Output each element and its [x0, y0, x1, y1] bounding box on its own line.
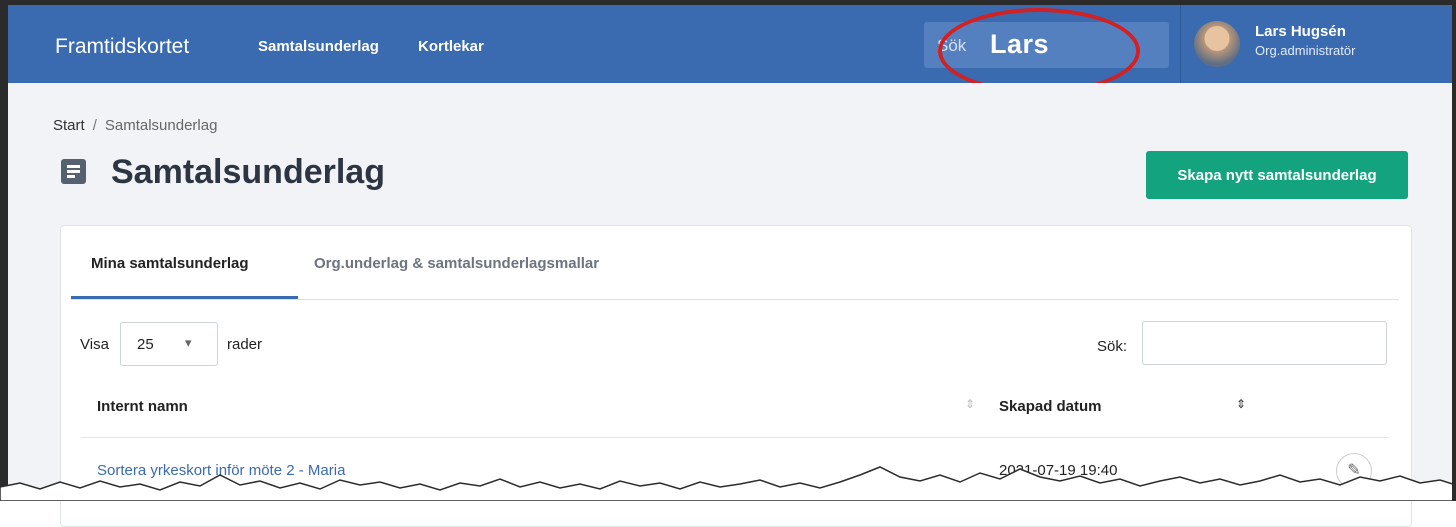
page-size-value: 25 [137, 336, 154, 353]
window-frame-right [1452, 0, 1456, 501]
document-icon [61, 159, 86, 184]
create-button[interactable]: Skapa nytt samtalsunderlag [1146, 151, 1408, 199]
user-name[interactable]: Lars Hugsén [1255, 23, 1346, 40]
breadcrumb-home[interactable]: Start [53, 117, 85, 134]
breadcrumb: Start / Samtalsunderlag [53, 117, 217, 134]
rows-label: rader [227, 336, 263, 353]
tab-org-underlag[interactable]: Org.underlag & samtalsunderlagsmallar [314, 255, 599, 272]
show-label: Visa [80, 336, 109, 353]
user-role: Org.administratör [1255, 43, 1356, 58]
breadcrumb-current: Samtalsunderlag [104, 117, 218, 134]
tab-divider [71, 299, 1399, 300]
brand-logo[interactable]: Framtidskortet [55, 35, 189, 59]
main-content: Start / Samtalsunderlag Samtalsunderlag Sk… [8, 83, 1452, 527]
table-search-label: Sök: [1097, 338, 1128, 355]
page-size-select[interactable]: 25 ▾ [120, 322, 218, 366]
sort-icon[interactable]: ⇕ [965, 397, 975, 411]
torn-edge-path [0, 466, 1456, 501]
torn-edge [0, 466, 1456, 501]
column-header-date[interactable]: Skapad datum [999, 398, 1102, 415]
column-header-name[interactable]: Internt namn [97, 398, 188, 415]
table-search-input[interactable] [1142, 321, 1387, 365]
nav-link-kortlekar[interactable]: Kortlekar [418, 38, 484, 55]
table-row-divider [81, 437, 1389, 438]
window-frame-left [0, 0, 8, 501]
sort-icon[interactable]: ⇕ [1236, 397, 1246, 411]
nav-link-samtalsunderlag[interactable]: Samtalsunderlag [258, 38, 379, 55]
page-title: Samtalsunderlag [111, 153, 385, 191]
avatar[interactable] [1194, 21, 1240, 67]
annotation-ellipse [938, 8, 1140, 94]
tab-mina-samtalsunderlag[interactable]: Mina samtalsunderlag [91, 255, 249, 272]
caret-down-icon: ▾ [185, 335, 192, 350]
top-navbar: Framtidskortet Samtalsunderlag Kortlekar… [8, 5, 1452, 83]
breadcrumb-separator: / [92, 117, 97, 134]
navbar-divider [1180, 5, 1181, 83]
